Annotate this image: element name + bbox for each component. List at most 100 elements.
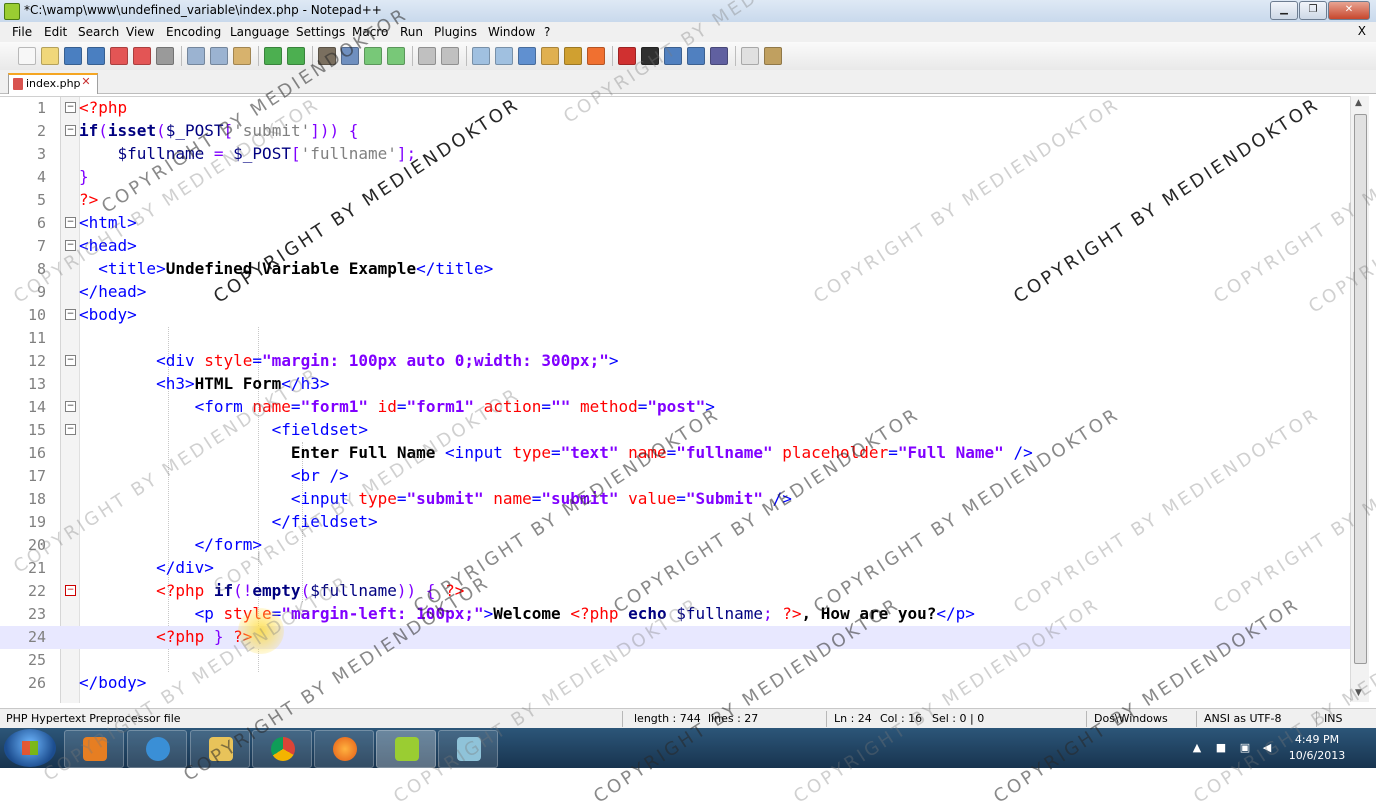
taskbar-notepad-plus-plus[interactable] [376,730,436,768]
fold-toggle-icon[interactable]: − [65,355,76,366]
taskbar-clock[interactable]: 4:49 PM 10/6/2013 [1277,732,1357,764]
taskbar-firefox[interactable] [314,730,374,768]
vertical-scrollbar[interactable]: ▲ ▼ [1350,96,1369,702]
new-file-icon[interactable] [18,47,36,65]
replace-icon[interactable] [341,47,359,65]
stop-icon[interactable] [641,47,659,65]
fold-toggle-icon[interactable]: − [65,401,76,412]
code-line[interactable]: 19 </fieldset> [0,511,1350,534]
code-line[interactable]: 13 <h3>HTML Form</h3> [0,373,1350,396]
taskbar-media-player[interactable] [64,730,124,768]
code-line[interactable]: 12 − <div style="margin: 100px auto 0;wid… [0,350,1350,373]
menu-macro[interactable]: Macro [352,25,388,39]
wrap-icon[interactable] [472,47,490,65]
code-line[interactable]: 21 </div> [0,557,1350,580]
cut-icon[interactable] [187,47,205,65]
menu-language[interactable]: Language [230,25,289,39]
code-line[interactable]: 6 − <html> [0,212,1350,235]
scroll-thumb[interactable] [1354,114,1367,664]
tray-network-icon[interactable]: ▣ [1238,741,1252,755]
udl-icon[interactable] [541,47,559,65]
tray-volume-icon[interactable]: ◀ [1260,741,1274,755]
menu-help[interactable]: ? [544,25,550,39]
code-line[interactable]: 7 − <head> [0,235,1350,258]
zoom-in-icon[interactable] [364,47,382,65]
undo-icon[interactable] [264,47,282,65]
all-chars-icon[interactable] [495,47,513,65]
code-line[interactable]: 18 <input type="submit" name="submit" va… [0,488,1350,511]
tab-close-icon[interactable]: ✕ [80,76,92,88]
record-icon[interactable] [618,47,636,65]
minimize-button[interactable]: ▁ [1270,1,1298,20]
code-line[interactable]: 22 − <?php if(!empty($fullname)) { ?> [0,580,1350,603]
fold-toggle-icon[interactable]: − [65,217,76,228]
code-line[interactable]: 3 $fullname = $_POST['fullname']; [0,143,1350,166]
save-icon[interactable] [64,47,82,65]
save-all-icon[interactable] [87,47,105,65]
code-line[interactable]: 16 Enter Full Name <input type="text" na… [0,442,1350,465]
maximize-button[interactable]: ❐ [1299,1,1327,20]
sync-v-icon[interactable] [418,47,436,65]
find-icon[interactable] [318,47,336,65]
menu-edit[interactable]: Edit [44,25,67,39]
document-close-button[interactable]: X [1358,24,1366,38]
tray-device-icon[interactable]: ■ [1214,741,1228,755]
paste-icon[interactable] [233,47,251,65]
print-icon[interactable] [156,47,174,65]
code-line[interactable]: 25 [0,649,1350,672]
run-multiple-icon[interactable] [687,47,705,65]
code-line[interactable]: 8 <title>Undefined Variable Example</tit… [0,258,1350,281]
close-all-icon[interactable] [133,47,151,65]
copy-icon[interactable] [210,47,228,65]
save-macro-icon[interactable] [710,47,728,65]
code-line[interactable]: 1 − <?php [0,97,1350,120]
code-line[interactable]: 17 <br /> [0,465,1350,488]
scroll-up-icon[interactable]: ▲ [1355,98,1362,108]
open-file-icon[interactable] [41,47,59,65]
fold-toggle-icon[interactable]: − [65,240,76,251]
close-icon[interactable] [110,47,128,65]
scroll-down-icon[interactable]: ▼ [1355,688,1362,698]
menu-view[interactable]: View [126,25,154,39]
code-line[interactable]: 24 <?php } ?> [0,626,1350,649]
code-line[interactable]: 14− <form name="form1" id="form1" action… [0,396,1350,419]
code-line[interactable]: 11 [0,327,1350,350]
code-line[interactable]: 26 </body> [0,672,1350,695]
fold-toggle-icon[interactable]: − [65,424,76,435]
doc-map-icon[interactable] [564,47,582,65]
code-line[interactable]: 15 − <fieldset> [0,419,1350,442]
tray-expand-icon[interactable]: ▲ [1190,741,1204,755]
code-line[interactable]: 9 </head> [0,281,1350,304]
redo-icon[interactable] [287,47,305,65]
taskbar-app[interactable] [438,730,498,768]
code-line[interactable]: 2− if(isset($_POST['submit'])) { [0,120,1350,143]
code-line[interactable]: 5 ?> [0,189,1350,212]
menu-search[interactable]: Search [78,25,119,39]
plugin-icon[interactable] [764,47,782,65]
code-editor[interactable]: 1− <?php 2− if(isset($_POST['submit'])) {3 … [0,96,1350,703]
fold-toggle-icon[interactable]: − [65,102,76,113]
tab-index-php[interactable]: index.php ✕ [8,73,98,94]
close-button[interactable]: ✕ [1328,1,1370,20]
play-icon[interactable] [664,47,682,65]
code-line[interactable]: 10 − <body> [0,304,1350,327]
start-button[interactable] [4,729,56,767]
code-line[interactable]: 23 <p style="margin-left: 100px;">Welcom… [0,603,1350,626]
code-line[interactable]: 20 </form> [0,534,1350,557]
menu-encoding[interactable]: Encoding [166,25,221,39]
indent-guide-icon[interactable] [518,47,536,65]
menu-file[interactable]: File [12,25,32,39]
fold-toggle-icon[interactable]: − [65,585,76,596]
menu-window[interactable]: Window [488,25,535,39]
taskbar-chrome[interactable] [252,730,312,768]
fold-toggle-icon[interactable]: − [65,309,76,320]
menu-run[interactable]: Run [400,25,423,39]
ds-icon[interactable] [741,47,759,65]
sync-h-icon[interactable] [441,47,459,65]
fold-toggle-icon[interactable]: − [65,125,76,136]
zoom-out-icon[interactable] [387,47,405,65]
taskbar-explorer[interactable] [190,730,250,768]
code-line[interactable]: 4} [0,166,1350,189]
menu-settings[interactable]: Settings [296,25,345,39]
taskbar-internet-explorer[interactable] [127,730,187,768]
